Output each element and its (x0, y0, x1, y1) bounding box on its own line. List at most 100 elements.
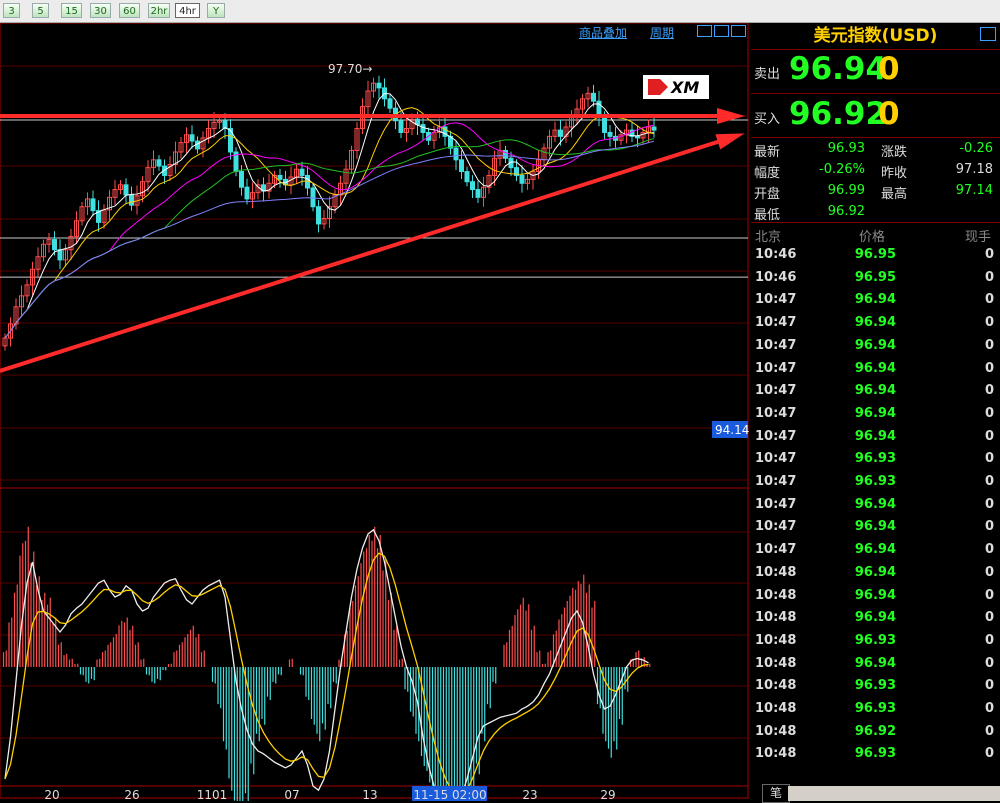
tick-volume: 0 (984, 405, 994, 421)
tick-time: 10:46 (755, 269, 797, 285)
tick-row: 10:47 96.94 0 (751, 542, 1000, 565)
tick-row: 10:47 96.94 0 (751, 519, 1000, 542)
tick-time: 10:48 (755, 564, 797, 580)
candle-body (90, 198, 96, 212)
tick-time: 10:47 (755, 360, 797, 376)
window-toggle-icon[interactable] (731, 25, 746, 37)
tick-volume: 0 (984, 474, 994, 489)
candle-body (156, 159, 162, 167)
chart-area[interactable]: 97.70→ XM 94.14 20 26 1101 07 13 11-15 02:00 23 29 (0, 23, 750, 801)
tick-row: 10:47 96.94 0 (751, 406, 1000, 429)
tick-time: 10:47 (755, 496, 797, 512)
tick-price: 96.92 (854, 723, 896, 739)
panel-maximize-icon[interactable] (980, 27, 996, 41)
candle-body (189, 134, 195, 142)
candle-body (239, 171, 244, 188)
tick-volume: 0 (984, 292, 994, 308)
tick-row: 10:47 96.94 0 (751, 315, 1000, 338)
candle-body (52, 239, 57, 251)
trendline-arrowhead (715, 133, 745, 150)
macd-dif-line (4, 528, 649, 801)
tick-price: 96.94 (854, 337, 896, 353)
tick-time: 10:48 (755, 701, 797, 716)
stat-label: 开盘 (754, 187, 781, 202)
tick-time: 10:47 (755, 405, 797, 421)
candle-body (376, 82, 382, 89)
candle-body (453, 147, 459, 161)
tick-volume: 0 (984, 496, 994, 512)
tick-time: 10:47 (755, 542, 797, 558)
candle-body (310, 187, 316, 208)
x-tick-label: 29 (600, 788, 615, 801)
tick-time: 10:47 (755, 292, 797, 308)
chart-frame (0, 23, 749, 799)
candle-body (316, 206, 321, 225)
tick-volume: 0 (984, 610, 994, 626)
period-button-2hr[interactable]: 2hr (148, 3, 170, 18)
macd-dea-line (4, 552, 649, 797)
sell-label: 卖出 (754, 67, 781, 82)
tick-volume: 0 (984, 655, 994, 671)
candle-body (651, 126, 657, 131)
x-tick-label: 23 (522, 788, 537, 801)
x-tick-label: 26 (124, 788, 139, 801)
candle-body (244, 186, 250, 200)
tick-header-price: 价格 (859, 230, 886, 245)
trendline-support (0, 134, 736, 373)
tick-row: 10:47 96.94 0 (751, 361, 1000, 384)
tick-volume: 0 (984, 451, 994, 467)
x-tick-label: 1101 (197, 788, 228, 801)
tick-row: 10:48 96.93 0 (751, 633, 1000, 656)
quote-panel: 美元指数(USD) 卖出 96.94 0 买入 96.92 0 最新 96.93 涨… (751, 23, 1000, 801)
tick-price: 96.94 (854, 428, 896, 444)
candle-body (602, 116, 607, 133)
period-button-Y[interactable]: Y (207, 3, 225, 18)
period-button-60[interactable]: 60 (119, 3, 140, 18)
tick-price: 96.94 (854, 542, 896, 558)
tick-row: 10:48 96.93 0 (751, 701, 1000, 724)
tick-volume: 0 (984, 315, 994, 331)
tick-time: 10:48 (755, 746, 797, 762)
tick-price: 96.94 (854, 315, 896, 331)
scroll-right-icon[interactable] (714, 25, 729, 37)
tick-price: 96.93 (854, 678, 896, 694)
period-button-15[interactable]: 15 (61, 3, 82, 18)
tick-volume: 0 (984, 587, 994, 603)
period-button-3[interactable]: 3 (3, 3, 20, 18)
stat-label: 涨跌 (881, 145, 908, 160)
tick-row: 10:47 96.93 0 (751, 451, 1000, 474)
candle-body (420, 124, 426, 133)
tick-price: 96.94 (854, 655, 896, 671)
overlay-menu-link[interactable]: 商品叠加 (579, 24, 627, 41)
tick-row: 10:48 96.94 0 (751, 610, 1000, 633)
candle-body (299, 168, 305, 176)
stat-value: -0.26 (959, 141, 993, 156)
candle-body (129, 194, 134, 206)
tick-time: 10:48 (755, 678, 797, 694)
tick-volume: 0 (984, 632, 994, 648)
period-menu-link[interactable]: 周期 (650, 24, 674, 41)
tick-price: 96.94 (854, 360, 896, 376)
tick-tab[interactable]: 笔 (762, 784, 790, 803)
tick-volume: 0 (984, 678, 994, 694)
divider (751, 137, 1000, 138)
tick-row: 10:47 96.94 0 (751, 383, 1000, 406)
tick-price: 96.94 (854, 405, 896, 421)
tick-volume: 0 (984, 746, 994, 762)
bottom-scrollbar[interactable] (788, 786, 1000, 801)
tick-time: 10:48 (755, 632, 797, 648)
tick-volume: 0 (984, 383, 994, 399)
scroll-left-icon[interactable] (697, 25, 712, 37)
period-button-4hr[interactable]: 4hr (175, 3, 200, 18)
period-button-30[interactable]: 30 (90, 3, 111, 18)
period-button-5[interactable]: 5 (32, 3, 49, 18)
buy-label: 买入 (754, 112, 781, 127)
stat-label: 昨收 (881, 166, 908, 181)
stat-value: 96.93 (827, 141, 865, 156)
tick-row: 10:47 96.93 0 (751, 474, 1000, 497)
candle-body (558, 129, 563, 137)
candle-body (459, 159, 464, 173)
tick-price: 96.93 (854, 474, 896, 489)
tick-price: 96.94 (854, 496, 896, 512)
tick-volume: 0 (984, 723, 994, 739)
